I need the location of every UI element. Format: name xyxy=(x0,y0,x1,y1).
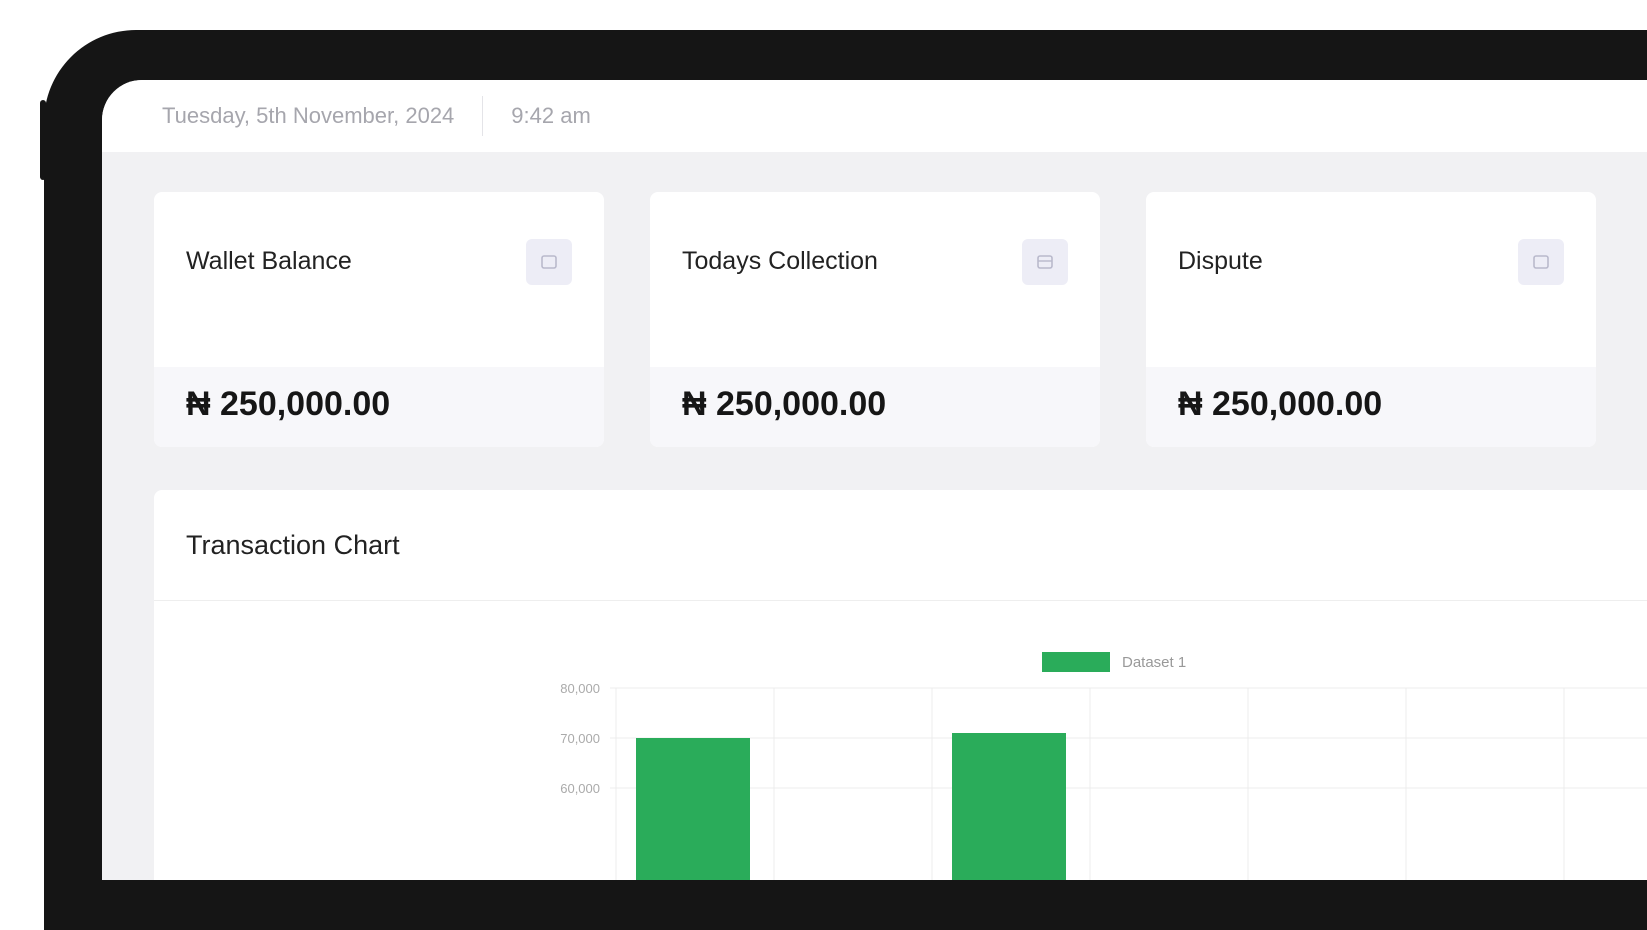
current-date: Tuesday, 5th November, 2024 xyxy=(162,103,455,128)
top-bar: Tuesday, 5th November, 2024 9:42 am xyxy=(102,80,1647,152)
card-footer: ₦ 250,000.00 xyxy=(154,367,604,447)
bar-chart: 80,000 70,000 60,000 xyxy=(560,681,1647,880)
card-title: Dispute xyxy=(1178,247,1263,275)
todays-collection-card[interactable]: Todays Collection ₦ 250,000.00 xyxy=(650,192,1100,447)
transaction-chart-panel: Transaction Chart Dataset 1 80,000 70,000… xyxy=(154,490,1647,880)
card-amount: ₦ 250,000.00 xyxy=(682,385,887,423)
device-side-button xyxy=(40,100,46,180)
dispute-icon xyxy=(1518,239,1564,285)
current-time: 9:42 am xyxy=(511,103,591,128)
header-divider xyxy=(482,96,484,136)
card-amount: ₦ 250,000.00 xyxy=(186,385,391,423)
wallet-balance-card[interactable]: Wallet Balance ₦ 250,000.00 xyxy=(154,192,604,447)
card-amount: ₦ 250,000.00 xyxy=(1178,385,1383,423)
card-footer: ₦ 250,000.00 xyxy=(650,367,1100,447)
card-title: Todays Collection xyxy=(682,247,878,275)
chart-bar xyxy=(636,738,750,880)
y-tick-label: 60,000 xyxy=(560,781,600,796)
chart-bar xyxy=(952,733,1066,880)
y-tick-label: 70,000 xyxy=(560,731,600,746)
app-screen: Tuesday, 5th November, 2024 9:42 am Wall… xyxy=(102,80,1647,880)
collection-icon xyxy=(1022,239,1068,285)
dispute-card[interactable]: Dispute ₦ 250,000.00 xyxy=(1146,192,1596,447)
y-tick-label: 80,000 xyxy=(560,681,600,696)
card-title: Wallet Balance xyxy=(186,247,352,275)
card-footer: ₦ 250,000.00 xyxy=(1146,367,1596,447)
wallet-icon xyxy=(526,239,572,285)
